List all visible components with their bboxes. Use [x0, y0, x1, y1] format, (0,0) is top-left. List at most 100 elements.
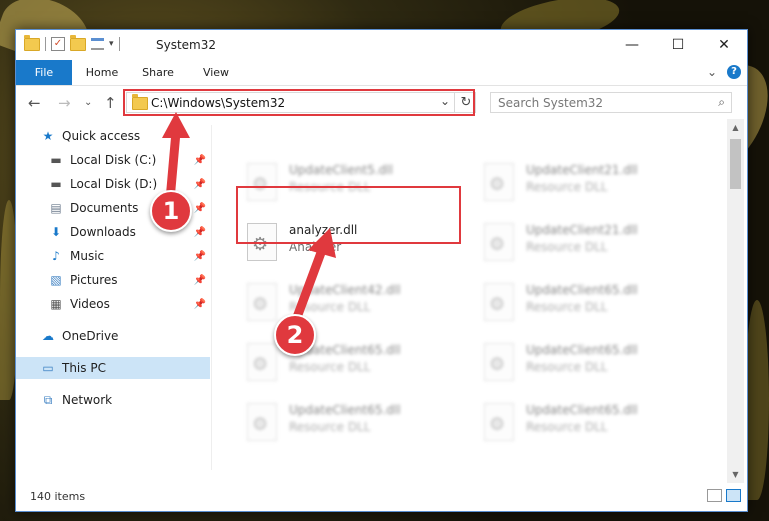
file-item[interactable]: ⚙ UpdateClient65.dll Resource DLL	[474, 335, 694, 385]
sidebar-item-label: Videos	[70, 297, 110, 311]
sidebar-item-onedrive[interactable]: ☁ OneDrive	[16, 325, 210, 347]
help-icon[interactable]: ?	[727, 65, 741, 79]
customize-toolbar-chevron-icon[interactable]: ▾	[109, 39, 114, 49]
vertical-scrollbar[interactable]: ▲ ▼	[727, 119, 744, 483]
pin-icon: 📌	[193, 274, 206, 286]
maximize-button[interactable]: ☐	[655, 30, 701, 60]
status-bar: 140 items	[16, 485, 747, 509]
sidebar-item-network[interactable]: ⧉ Network	[16, 389, 210, 411]
file-item[interactable]: ⚙ UpdateClient65.dll Resource DLL	[474, 395, 694, 445]
recent-locations-chevron-icon[interactable]: ⌄	[84, 97, 92, 108]
sidebar-item-pictures[interactable]: ▧ Pictures 📌	[16, 269, 210, 291]
up-button[interactable]: ↑	[104, 94, 117, 112]
file-description: Resource DLL	[526, 300, 608, 314]
file-item[interactable]: ⚙ UpdateClient65.dll Resource DLL	[237, 395, 457, 445]
title-bar: ✓ ▾ System32 — ☐ ✕	[16, 30, 747, 60]
file-description: Resource DLL	[526, 360, 608, 374]
search-icon[interactable]: ⌕	[718, 95, 725, 110]
music-icon: ♪	[52, 249, 60, 263]
sidebar-item-label: Local Disk (D:)	[70, 177, 158, 191]
file-description: Resource DLL	[526, 240, 608, 254]
file-name: UpdateClient65.dll	[289, 403, 401, 417]
dll-file-icon: ⚙	[484, 343, 514, 381]
pictures-icon: ▧	[50, 273, 62, 287]
gear-icon: ⚙	[489, 294, 506, 315]
file-item[interactable]: ⚙ UpdateClient42.dll Resource DLL	[237, 275, 457, 325]
pin-icon: 📌	[193, 178, 206, 190]
star-icon: ★	[42, 129, 54, 143]
sidebar-item-local-disk-c[interactable]: ▬ Local Disk (C:) 📌	[16, 149, 210, 171]
scrollbar-thumb[interactable]	[730, 139, 741, 189]
sidebar-item-quick-access[interactable]: ★ Quick access	[16, 125, 210, 147]
file-item[interactable]: ⚙ UpdateClient65.dll Resource DLL	[237, 335, 457, 385]
search-box[interactable]: Search System32 ⌕	[490, 92, 732, 113]
properties-icon[interactable]	[91, 38, 104, 50]
documents-icon: ▤	[50, 201, 62, 215]
file-name: UpdateClient42.dll	[289, 283, 401, 297]
file-item[interactable]: ⚙ UpdateClient21.dll Resource DLL	[474, 215, 694, 265]
large-icons-view-icon[interactable]	[726, 489, 741, 502]
tab-home[interactable]: Home	[76, 60, 128, 85]
sidebar-item-label: OneDrive	[62, 329, 119, 343]
pin-icon: 📌	[193, 202, 206, 214]
divider	[118, 37, 120, 51]
quick-access-toolbar: ✓ ▾	[24, 34, 120, 51]
gear-icon: ⚙	[489, 354, 506, 375]
ribbon-right-controls: ⌄ ?	[707, 65, 741, 79]
scroll-down-arrow-icon[interactable]: ▼	[727, 466, 744, 483]
file-name: UpdateClient65.dll	[526, 283, 638, 297]
tab-share[interactable]: Share	[132, 60, 184, 85]
back-button[interactable]: ←	[28, 94, 41, 112]
sidebar-item-music[interactable]: ♪ Music 📌	[16, 245, 210, 267]
file-name: UpdateClient21.dll	[526, 223, 638, 237]
file-name: UpdateClient65.dll	[526, 403, 638, 417]
file-description: Resource DLL	[289, 420, 371, 434]
file-description: Resource DLL	[289, 300, 371, 314]
file-name: UpdateClient65.dll	[526, 343, 638, 357]
sidebar-item-label: Downloads	[70, 225, 136, 239]
sidebar-item-label: Music	[70, 249, 105, 263]
gear-icon: ⚙	[489, 414, 506, 435]
navigation-bar: ← → ⌄ ↑ C:\Windows\System32 ⌄ ↻ Search S…	[16, 86, 747, 119]
search-input[interactable]: Search System32	[498, 96, 603, 110]
details-view-icon[interactable]	[707, 489, 722, 502]
file-list: ⚙ UpdateClient5.dll Resource DLL ⚙ analy…	[212, 119, 727, 479]
pin-icon: 📌	[193, 298, 206, 310]
file-name: UpdateClient5.dll	[289, 163, 393, 177]
gear-icon: ⚙	[252, 354, 269, 375]
expand-ribbon-chevron-icon[interactable]: ⌄	[707, 65, 717, 79]
sidebar-item-this-pc[interactable]: ▭ This PC	[16, 357, 210, 379]
file-name: UpdateClient21.dll	[526, 163, 638, 177]
address-highlight-box	[123, 89, 475, 116]
file-highlight-box	[236, 186, 461, 244]
minimize-button[interactable]: —	[609, 30, 655, 60]
forward-button[interactable]: →	[58, 94, 71, 112]
sidebar-item-videos[interactable]: ▦ Videos 📌	[16, 293, 210, 315]
close-button[interactable]: ✕	[701, 30, 747, 60]
file-item[interactable]: ⚙ UpdateClient21.dll Resource DLL	[474, 155, 694, 205]
folder-icon	[24, 34, 40, 51]
drive-icon: ▬	[50, 153, 62, 167]
file-description: Resource DLL	[526, 420, 608, 434]
properties-check-icon[interactable]: ✓	[51, 37, 65, 51]
dll-file-icon: ⚙	[247, 403, 277, 441]
new-folder-icon[interactable]	[70, 34, 86, 51]
gear-icon: ⚙	[489, 234, 506, 255]
computer-icon: ▭	[42, 361, 54, 375]
sidebar-item-label: Quick access	[62, 129, 141, 143]
step-2-badge: 2	[274, 314, 316, 356]
dll-file-icon: ⚙	[484, 223, 514, 261]
file-explorer-window: ✓ ▾ System32 — ☐ ✕ File Home Share View …	[15, 29, 748, 512]
divider	[45, 37, 46, 51]
gear-icon: ⚙	[489, 174, 506, 195]
ribbon: File Home Share View ⌄ ?	[16, 60, 747, 86]
tab-file[interactable]: File	[16, 60, 72, 85]
network-icon: ⧉	[43, 392, 53, 407]
scroll-up-arrow-icon[interactable]: ▲	[727, 119, 744, 136]
download-icon: ⬇	[50, 225, 62, 239]
dll-file-icon: ⚙	[484, 163, 514, 201]
videos-icon: ▦	[50, 297, 62, 311]
navigation-pane: ★ Quick access ▬ Local Disk (C:) 📌 ▬ Loc…	[16, 125, 210, 465]
file-item[interactable]: ⚙ UpdateClient65.dll Resource DLL	[474, 275, 694, 325]
tab-view[interactable]: View	[190, 60, 242, 85]
